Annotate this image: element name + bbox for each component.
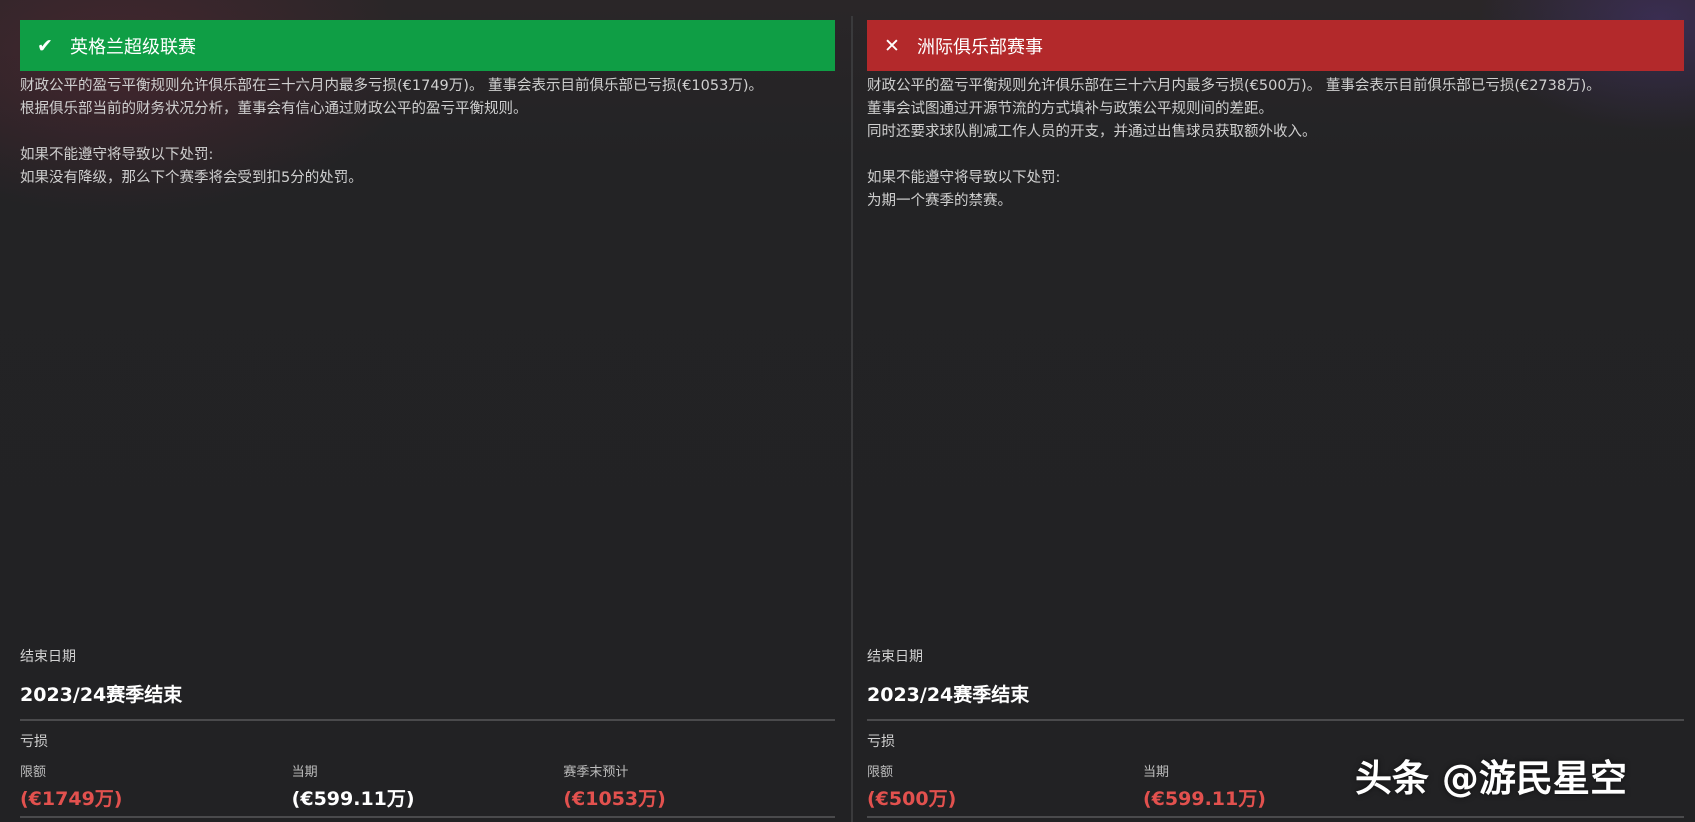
stat-label: 限额 xyxy=(20,765,47,780)
premier-league-description: 财政公平的盈亏平衡规则允许俱乐部在三十六月内最多亏损(€1749万)。 董事会表… xyxy=(20,75,835,190)
continental-description: 财政公平的盈亏平衡规则允许俱乐部在三十六月内最多亏损(€500万)。 董事会表示… xyxy=(867,75,1684,213)
stat-label: 限额 xyxy=(867,765,894,780)
stat-label: 赛季末预计 xyxy=(563,765,629,780)
premier-league-title: 英格兰超级联赛 xyxy=(70,36,196,58)
premier-league-panel: ✔ 英格兰超级联赛 财政公平的盈亏平衡规则允许俱乐部在三十六月内最多亏损(€17… xyxy=(20,20,835,822)
end-date-label: 结束日期 xyxy=(20,649,76,665)
section-divider xyxy=(20,719,835,721)
description-line: 如果不能遵守将导致以下处罚: xyxy=(20,147,214,163)
description-line: 如果不能遵守将导致以下处罚: xyxy=(867,170,1061,186)
end-date-value: 2023/24赛季结束 xyxy=(20,684,183,706)
premier-league-summary: 结束日期 2023/24赛季结束 亏损 限额 (€1749万) 当期 (€599… xyxy=(20,646,835,811)
description-line: 根据俱乐部当前的财务状况分析，董事会有信心通过财政公平的盈亏平衡规则。 xyxy=(20,101,528,117)
stat-value: (€1749万) xyxy=(20,788,123,810)
description-line xyxy=(20,121,835,144)
continental-title: 洲际俱乐部赛事 xyxy=(917,36,1043,58)
description-line: 如果没有降级，那么下个赛季将会受到扣5分的处罚。 xyxy=(20,170,363,186)
ffp-screen: ✔ 英格兰超级联赛 财政公平的盈亏平衡规则允许俱乐部在三十六月内最多亏损(€17… xyxy=(0,0,1695,822)
continental-header[interactable]: ✕ 洲际俱乐部赛事 xyxy=(867,20,1684,71)
description-line: 同时还要求球队削减工作人员的开支，并通过出售球员获取额外收入。 xyxy=(867,124,1317,140)
stat-projected: 赛季末预计 (€1053万) xyxy=(563,761,835,811)
loss-label: 亏损 xyxy=(20,734,48,750)
stat-limit: 限额 (€1749万) xyxy=(20,761,292,811)
close-icon: ✕ xyxy=(884,34,900,57)
description-line: 董事会试图通过开源节流的方式填补与政策公平规则间的差距。 xyxy=(867,101,1273,117)
panel-divider xyxy=(851,16,853,822)
description-line: 财政公平的盈亏平衡规则允许俱乐部在三十六月内最多亏损(€1749万)。 董事会表… xyxy=(20,78,763,94)
premier-league-header[interactable]: ✔ 英格兰超级联赛 xyxy=(20,20,835,71)
end-date-value: 2023/24赛季结束 xyxy=(867,684,1030,706)
bottom-divider xyxy=(867,816,1684,818)
description-line xyxy=(867,144,1684,167)
stat-current: 当期 (€599.11万) xyxy=(292,761,564,811)
watermark-text: 头条 @游民星空 xyxy=(1355,757,1627,800)
end-date-label: 结束日期 xyxy=(867,649,923,665)
bottom-divider xyxy=(20,816,835,818)
stat-value: (€1053万) xyxy=(563,788,666,810)
stat-value: (€599.11万) xyxy=(291,788,415,810)
stat-value: (€500万) xyxy=(867,788,957,810)
section-divider xyxy=(867,719,1684,721)
loss-stats: 限额 (€1749万) 当期 (€599.11万) 赛季末预计 (€1053万) xyxy=(20,761,835,811)
continental-panel: ✕ 洲际俱乐部赛事 财政公平的盈亏平衡规则允许俱乐部在三十六月内最多亏损(€50… xyxy=(867,20,1684,822)
stat-label: 当期 xyxy=(291,765,318,780)
description-line: 为期一个赛季的禁赛。 xyxy=(867,193,1012,209)
check-icon: ✔ xyxy=(37,34,53,57)
description-line: 财政公平的盈亏平衡规则允许俱乐部在三十六月内最多亏损(€500万)。 董事会表示… xyxy=(867,78,1601,94)
stat-limit: 限额 (€500万) xyxy=(867,761,1143,811)
